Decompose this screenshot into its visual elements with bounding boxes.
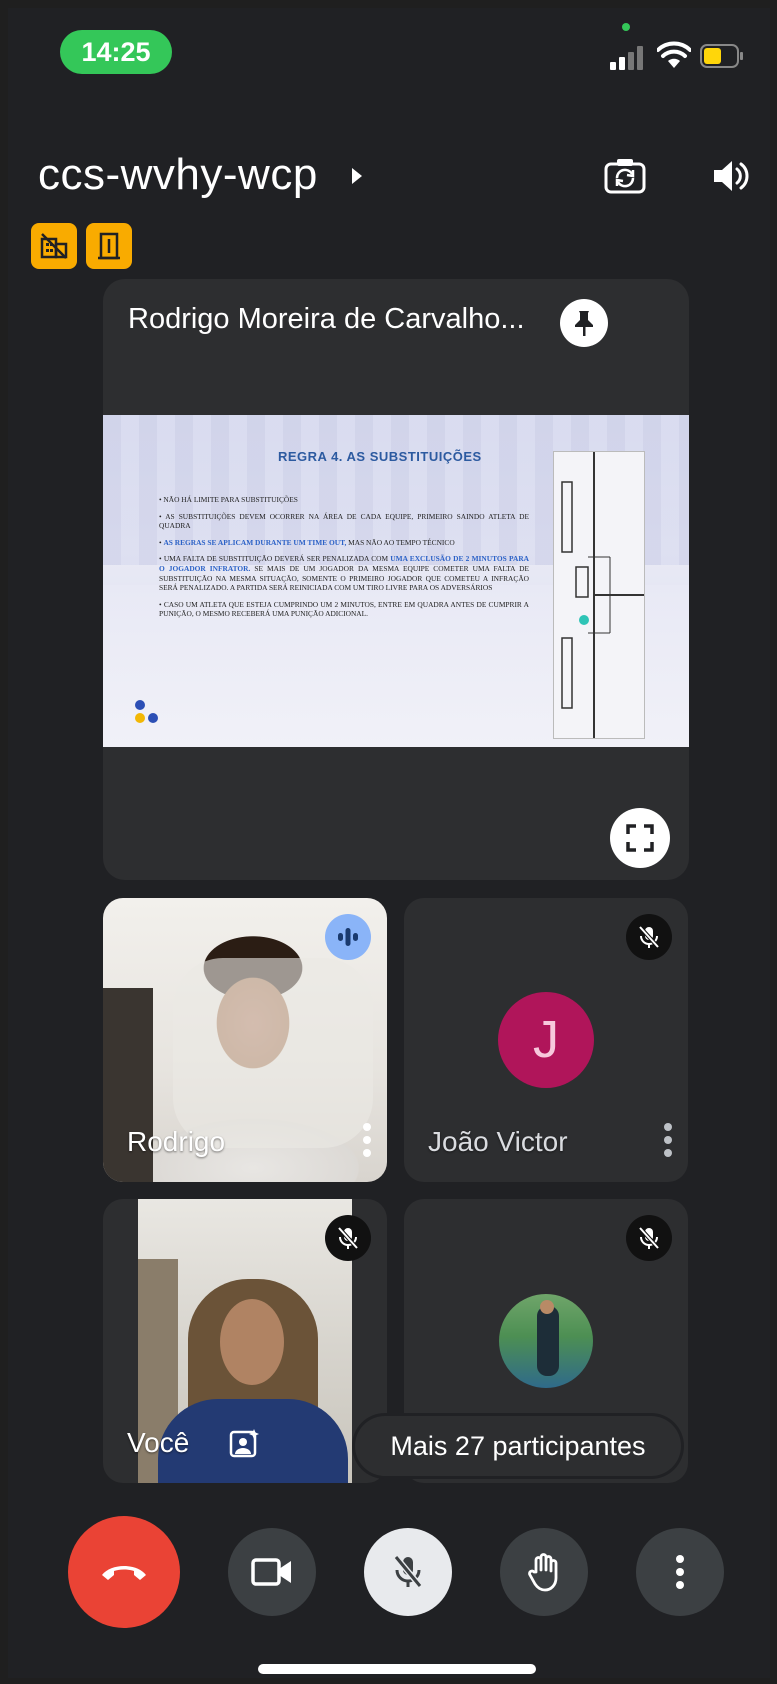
participant-tile-rodrigo[interactable]: Rodrigo <box>103 898 387 1182</box>
mic-off-icon <box>337 1226 359 1250</box>
wifi-icon <box>657 41 691 68</box>
portrait-effects-icon[interactable] <box>228 1427 260 1459</box>
slide-bullet: • AS REGRAS SE APLICAM DURANTE UM TIME O… <box>159 537 455 547</box>
end-call-button[interactable] <box>68 1516 180 1628</box>
slide-bullet: • NÃO HÁ LIMITE PARA SUBSTITUIÇÕES <box>159 495 298 504</box>
more-vertical-icon[interactable] <box>361 1122 373 1158</box>
mic-toggle-button[interactable] <box>364 1528 452 1616</box>
pin-button[interactable] <box>560 299 608 347</box>
raise-hand-button[interactable] <box>500 1528 588 1616</box>
audio-level-icon <box>338 928 358 946</box>
participant-tile-self[interactable]: Você <box>103 1199 387 1483</box>
avatar-person-head <box>540 1300 554 1314</box>
slide-bullet: • UMA FALTA DE SUBSTITUIÇÃO DEVERÁ SER P… <box>159 554 529 593</box>
home-indicator[interactable] <box>258 1664 536 1674</box>
participant-tile-joao-victor[interactable]: J João Victor <box>404 898 688 1182</box>
slide-bullets: • NÃO HÁ LIMITE PARA SUBSTITUIÇÕES • AS … <box>159 495 529 626</box>
speaker-icon[interactable] <box>710 156 750 196</box>
presentation-tile[interactable]: Rodrigo Moreira de Carvalho... REGRA 4. … <box>103 279 689 880</box>
fullscreen-button[interactable] <box>610 808 670 868</box>
building-icon <box>40 233 68 259</box>
muted-indicator <box>626 914 672 960</box>
slide-bullet: • AS SUBSTITUIÇÕES DEVEM OCORRER NA ÁREA… <box>159 511 529 531</box>
mic-off-icon <box>638 925 660 949</box>
speaking-indicator <box>325 914 371 960</box>
camera-in-use-indicator <box>622 23 630 31</box>
participant-name: Você <box>127 1427 190 1458</box>
presentation-logo-icon <box>135 700 158 723</box>
room-info-badge[interactable] <box>86 223 132 269</box>
avatar-person <box>537 1306 559 1376</box>
door-icon <box>98 232 120 260</box>
muted-indicator <box>626 1215 672 1261</box>
pin-icon <box>575 311 593 336</box>
muted-indicator <box>325 1215 371 1261</box>
slide-title: REGRA 4. AS SUBSTITUIÇÕES <box>278 449 482 464</box>
phone-hangup-icon <box>102 1566 146 1580</box>
more-options-button[interactable] <box>636 1528 724 1616</box>
shared-slide: REGRA 4. AS SUBSTITUIÇÕES • NÃO HÁ LIMIT… <box>103 415 689 747</box>
mic-off-icon <box>638 1226 660 1250</box>
battery-icon <box>700 44 743 68</box>
slide-bullet: • CASO UM ATLETA QUE ESTEJA CUMPRINDO UM… <box>159 599 529 619</box>
camera-toggle-button[interactable] <box>228 1528 316 1616</box>
more-vertical-icon <box>676 1555 684 1589</box>
video-camera-icon <box>251 1558 291 1586</box>
more-vertical-icon[interactable] <box>662 1122 674 1158</box>
avatar: J <box>498 992 594 1088</box>
meeting-code-title[interactable]: ccs-wvhy-wcp <box>38 150 318 200</box>
raise-hand-icon <box>528 1553 558 1592</box>
video-background-chair <box>173 958 373 1148</box>
fullscreen-icon <box>626 824 654 852</box>
camera-switch-icon[interactable] <box>603 156 647 196</box>
caret-right-icon[interactable] <box>350 166 364 186</box>
avatar <box>499 1294 593 1388</box>
video-person-face <box>220 1299 284 1385</box>
participant-name: João Victor <box>428 1126 568 1157</box>
more-participants-button[interactable]: Mais 27 participantes <box>355 1416 681 1476</box>
presenter-name: Rodrigo Moreira de Carvalho... <box>128 303 525 335</box>
cellular-signal-icon <box>610 46 643 70</box>
building-info-badge[interactable] <box>31 223 77 269</box>
mic-off-icon <box>393 1555 423 1588</box>
participant-name: Rodrigo <box>127 1126 226 1157</box>
substitution-zone-diagram <box>553 451 645 739</box>
status-time: 14:25 <box>60 30 172 74</box>
